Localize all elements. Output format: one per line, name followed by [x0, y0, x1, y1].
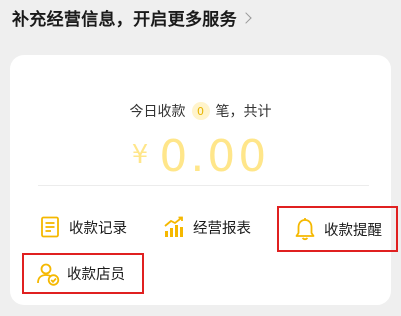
- banner-text: 补充经营信息，开启更多服务: [12, 9, 237, 30]
- action-grid: 收款记录 经营报表 收款提醒 收款店员: [10, 55, 398, 305]
- complete-business-info-banner[interactable]: 补充经营信息，开启更多服务: [12, 4, 252, 30]
- payment-staff-button[interactable]: 收款店员: [22, 253, 144, 294]
- document-icon: [38, 215, 62, 239]
- payment-reminder-label: 收款提醒: [324, 222, 382, 239]
- payment-summary-card: 今日收款 0 笔，共计 ¥ 0.00 收款记录 经营报表 收款提醒 收款店员: [10, 55, 398, 305]
- chevron-right-icon: [240, 11, 252, 24]
- payment-records-label: 收款记录: [69, 220, 127, 237]
- staff-icon: [36, 262, 60, 286]
- bar-chart-icon: [162, 215, 186, 239]
- bell-icon: [293, 217, 317, 241]
- payment-reminder-button[interactable]: 收款提醒: [277, 206, 398, 252]
- business-report-button[interactable]: 经营报表: [162, 212, 251, 242]
- business-report-label: 经营报表: [193, 220, 251, 237]
- payment-records-button[interactable]: 收款记录: [38, 212, 127, 242]
- payment-staff-label: 收款店员: [67, 267, 125, 283]
